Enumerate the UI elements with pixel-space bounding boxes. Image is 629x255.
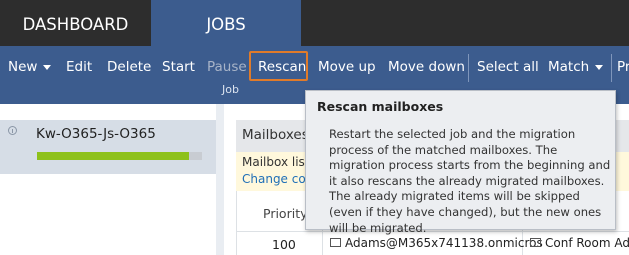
delete-button[interactable]: Delete	[107, 59, 151, 76]
column-divider	[236, 191, 237, 255]
source-mailbox-text: Adams@M365x741138.onmicros	[345, 236, 543, 250]
priority-column-header[interactable]: Priority	[263, 206, 308, 221]
select-all-button[interactable]: Select all	[477, 59, 539, 76]
toolbar-separator	[468, 54, 469, 82]
more-button[interactable]: Pr	[617, 59, 629, 76]
target-mailbox-cell[interactable]: Conf Room Ada	[530, 236, 629, 250]
rescan-tooltip: Rescan mailboxes Restart the selected jo…	[305, 90, 616, 235]
priority-cell: 100	[272, 237, 296, 252]
edit-button[interactable]: Edit	[66, 59, 92, 76]
tooltip-body: Restart the selected job and the migrati…	[329, 127, 611, 235]
tab-dashboard[interactable]: DASHBOARD	[0, 0, 151, 46]
tab-jobs[interactable]: JOBS	[151, 0, 301, 46]
start-button[interactable]: Start	[162, 59, 195, 76]
new-label: New	[8, 59, 38, 75]
job-status-icon	[8, 126, 17, 135]
match-label: Match	[548, 59, 590, 75]
mailbox-info-text: Mailbox list	[242, 155, 310, 169]
toolbar-separator	[611, 54, 612, 82]
chevron-down-icon	[43, 64, 52, 70]
mail-icon	[530, 238, 541, 247]
change-config-link[interactable]: Change con	[242, 172, 313, 186]
rescan-highlight	[249, 51, 308, 81]
target-mailbox-text: Conf Room Ada	[545, 236, 629, 250]
new-button[interactable]: New	[8, 59, 52, 76]
tooltip-title: Rescan mailboxes	[317, 99, 444, 114]
toolbar-group-label: Job	[222, 83, 239, 96]
source-mailbox-cell[interactable]: Adams@M365x741138.onmicros	[330, 236, 543, 250]
match-button[interactable]: Match	[548, 59, 604, 76]
move-up-button[interactable]: Move up	[318, 59, 376, 76]
job-progress-bar	[37, 152, 202, 160]
job-progress-fill	[37, 152, 189, 160]
mail-icon	[330, 238, 341, 247]
move-down-button[interactable]: Move down	[388, 59, 465, 76]
mailboxes-title: Mailboxes	[242, 127, 309, 143]
job-name: Kw-O365-Js-O365	[36, 126, 156, 142]
chevron-down-icon	[595, 64, 604, 70]
pause-button[interactable]: Pause	[207, 59, 247, 76]
panel-divider[interactable]	[216, 104, 224, 255]
